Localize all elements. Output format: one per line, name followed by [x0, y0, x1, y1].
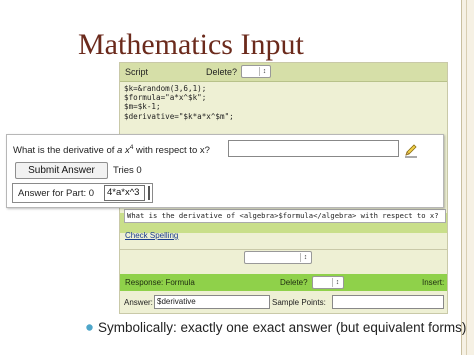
question-prefix: What is the derivative of	[13, 145, 118, 157]
response-answer-row: Answer: $derivative Sample Points:	[120, 293, 447, 311]
problem-text-field[interactable]: What is the derivative of <algebra>$form…	[124, 209, 446, 223]
script-delete-select[interactable]: ↕	[241, 65, 271, 78]
sample-points-input[interactable]	[332, 295, 444, 309]
answer-part-box: Answer for Part: 0 4*a*x^3	[12, 183, 153, 203]
insert-select[interactable]: ↕	[244, 251, 312, 264]
response-delete-select[interactable]: ↕	[312, 276, 344, 289]
pencil-icon[interactable]	[403, 142, 419, 158]
script-code[interactable]: $k=&random(3,6,1); $formula="a*x^$k"; $m…	[124, 84, 442, 126]
tries-count: Tries 0	[113, 165, 142, 176]
sample-points-label: Sample Points:	[272, 298, 326, 307]
question-suffix: with respect to x?	[133, 145, 210, 157]
problem-preview: What is the derivative of a x4 with resp…	[6, 134, 444, 208]
chevron-updown-icon: ↕	[300, 253, 310, 262]
answer-part-value: 4*a*x^3	[104, 185, 145, 201]
response-header: Response: Formula Delete? ↕ Insert:	[120, 274, 447, 291]
submit-answer-button[interactable]: Submit Answer	[15, 162, 108, 179]
response-delete-label: Delete?	[280, 278, 308, 287]
answer-part-divider	[148, 186, 150, 200]
answer-label: Answer:	[124, 298, 153, 307]
answer-part-label: Answer for Part: 0	[18, 188, 95, 199]
script-header: Script Delete? ↕	[120, 63, 447, 82]
question-text: What is the derivative of a x4 with resp…	[13, 144, 210, 156]
slide-side-border	[461, 0, 474, 355]
student-answer-input[interactable]	[228, 140, 399, 157]
bullet-text: Symbolically: exactly one exact answer (…	[98, 320, 467, 335]
script-delete-label: Delete?	[206, 67, 238, 77]
check-spelling-link[interactable]: Check Spelling	[125, 231, 178, 240]
script-label: Script	[125, 67, 149, 77]
bullet-icon	[86, 324, 93, 331]
chevron-updown-icon: ↕	[332, 278, 342, 287]
question-var-a: a	[117, 145, 123, 157]
response-insert-label: Insert:	[422, 278, 445, 287]
answer-input[interactable]: $derivative	[154, 295, 270, 309]
response-type-label: Response: Formula	[125, 278, 195, 287]
insert-row: ↕	[120, 249, 447, 264]
chevron-updown-icon: ↕	[259, 67, 269, 76]
